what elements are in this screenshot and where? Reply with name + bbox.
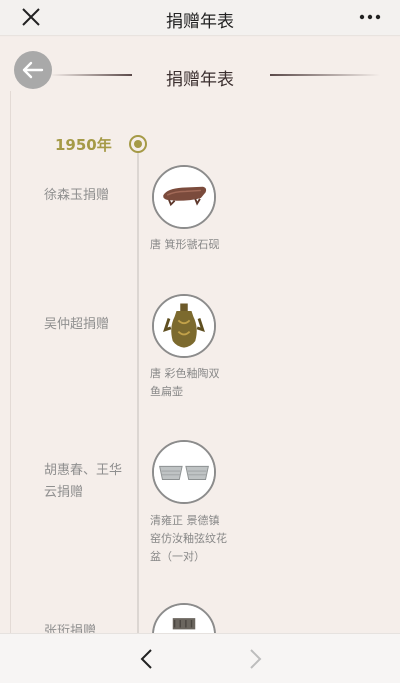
window-title: 捐赠年表 (166, 12, 234, 32)
year-label[interactable]: 1950年 (55, 134, 112, 155)
artifact-thumbnail[interactable] (152, 165, 216, 229)
artifact-caption: 清雍正 景德镇窑仿汝釉弦纹花盆（一对） (150, 514, 227, 563)
artifact-thumbnail[interactable] (152, 603, 216, 633)
timeline-line (137, 147, 139, 633)
artifact-caption: 唐 箕形虢石砚 (150, 238, 220, 251)
artifact-caption: 唐 彩色釉陶双鱼扁壶 (150, 367, 220, 398)
artifact-thumbnail[interactable] (152, 294, 216, 358)
page-content: 捐赠年表 1950年 徐森玉捐赠 唐 箕形虢石砚 吴仲超捐赠 唐 彩色釉陶双鱼扁… (0, 37, 400, 633)
artifact-image (154, 605, 214, 633)
chevron-right-icon[interactable] (245, 647, 265, 671)
year-marker-icon[interactable] (129, 135, 147, 153)
donor-name: 张珩捐赠 (44, 624, 97, 633)
top-bar: 捐赠年表 (0, 0, 400, 36)
inkstone-image (154, 167, 214, 227)
donor-name: 徐森玉捐赠 (44, 188, 110, 203)
divider (10, 91, 11, 633)
chevron-left-icon[interactable] (137, 647, 157, 671)
donor-name: 胡惠春、王华云捐赠 (44, 463, 123, 500)
title-ornament-right (270, 74, 380, 76)
flowerpot-image (154, 442, 214, 502)
title-ornament-left (50, 74, 132, 76)
section-title: 捐赠年表 (166, 70, 234, 90)
more-icon[interactable] (358, 6, 382, 28)
donor-name: 吴仲超捐赠 (44, 317, 110, 332)
fish-flask-image (154, 296, 214, 356)
back-button[interactable] (14, 51, 52, 89)
artifact-thumbnail[interactable] (152, 440, 216, 504)
bottom-nav-bar (0, 633, 400, 683)
arrow-left-icon (22, 61, 44, 79)
